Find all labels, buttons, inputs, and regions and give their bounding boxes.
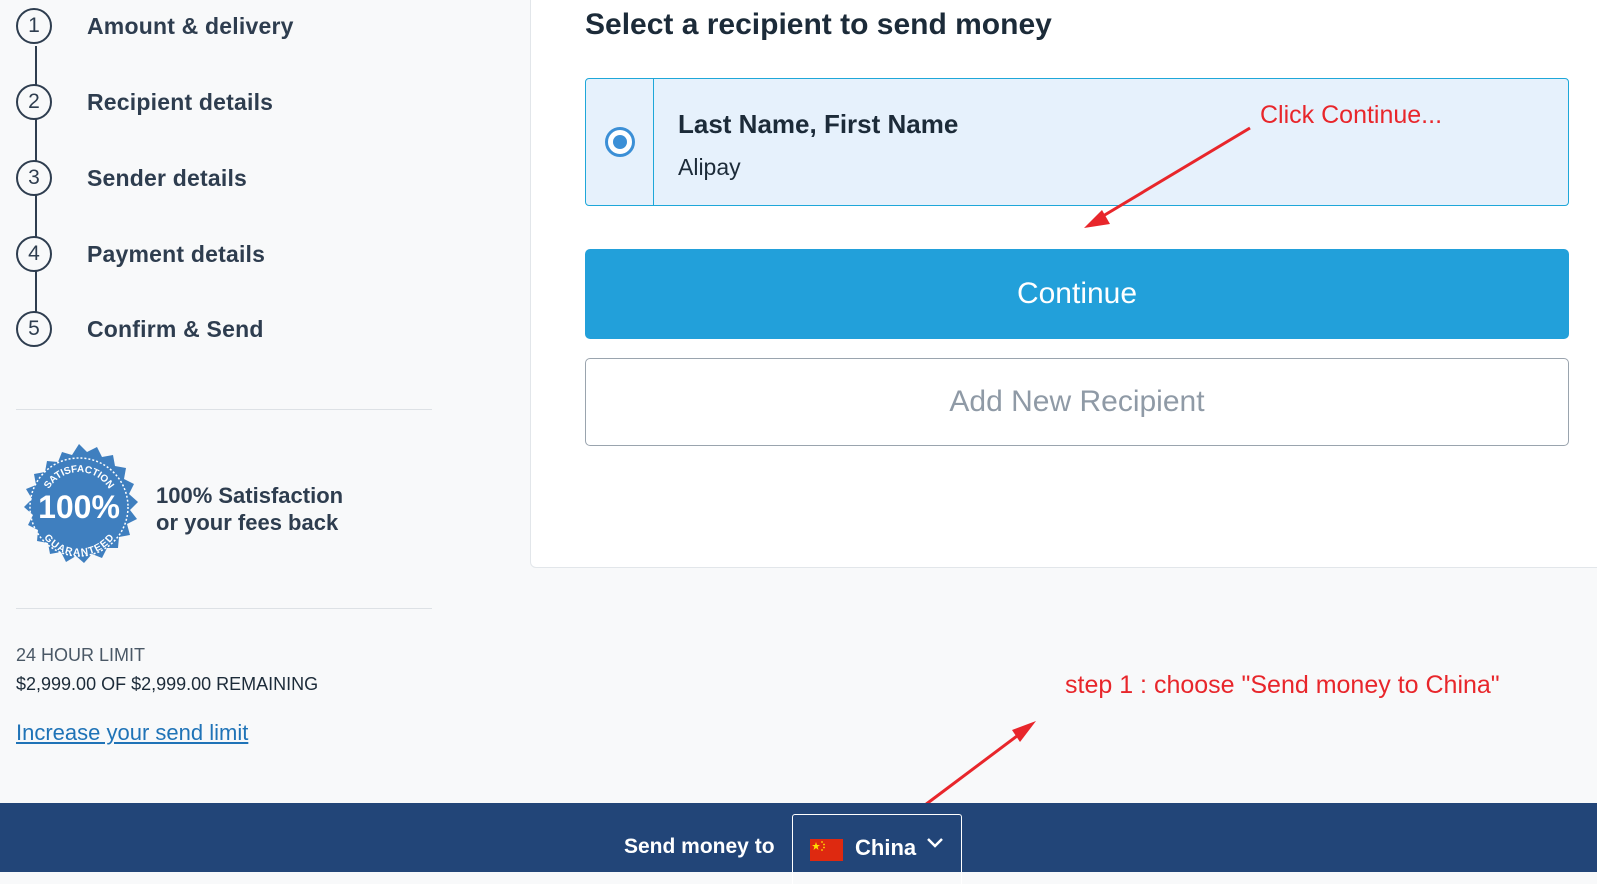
step-label: Confirm & Send bbox=[87, 315, 264, 342]
chevron-down-icon bbox=[927, 838, 943, 848]
add-new-recipient-button[interactable]: Add New Recipient bbox=[585, 358, 1569, 446]
step-number: 3 bbox=[16, 160, 52, 196]
arrow-head-icon bbox=[1012, 721, 1036, 742]
satisfaction-line2: or your fees back bbox=[156, 510, 339, 535]
limit-value: $2,999.00 OF $2,999.00 REMAINING bbox=[16, 674, 319, 694]
satisfaction-text: 100% Satisfaction or your fees back bbox=[156, 482, 343, 536]
step-label: Sender details bbox=[87, 164, 248, 191]
step-sender-details[interactable]: 3 Sender details bbox=[16, 158, 247, 198]
step-number: 4 bbox=[16, 236, 52, 272]
annotation-step: step 1 : choose "Send money to China" bbox=[1065, 671, 1500, 699]
page-title: Select a recipient to send money bbox=[585, 8, 1052, 41]
send-money-to-label: Send money to bbox=[624, 835, 775, 858]
limit-title: 24 HOUR LIMIT bbox=[16, 645, 146, 665]
recipient-name: Last Name, First Name bbox=[678, 109, 959, 139]
continue-button[interactable]: Continue bbox=[585, 249, 1569, 339]
radio-column bbox=[586, 79, 654, 205]
recipient-radio[interactable] bbox=[605, 127, 635, 157]
recipient-method: Alipay bbox=[678, 154, 741, 180]
satisfaction-line1: 100% Satisfaction bbox=[156, 483, 344, 508]
sidebar-divider bbox=[16, 608, 432, 609]
radio-selected-dot bbox=[613, 135, 627, 149]
sidebar-divider bbox=[16, 409, 432, 410]
step-recipient-details[interactable]: 2 Recipient details bbox=[16, 82, 273, 122]
recipient-option[interactable]: Last Name, First Name Alipay bbox=[585, 78, 1569, 206]
country-select[interactable]: China bbox=[792, 814, 962, 884]
step-payment-details[interactable]: 4 Payment details bbox=[16, 234, 265, 274]
annotation-continue: Click Continue... bbox=[1260, 101, 1443, 129]
step-confirm-send[interactable]: 5 Confirm & Send bbox=[16, 309, 264, 349]
step-label: Amount & delivery bbox=[87, 12, 294, 39]
step-number: 2 bbox=[16, 84, 52, 120]
satisfaction-badge-icon: SATISFACTION 100% GUARANTEED bbox=[24, 444, 138, 563]
step-label: Recipient details bbox=[87, 88, 274, 115]
badge-percent: 100% bbox=[38, 489, 120, 525]
country-name: China bbox=[855, 835, 917, 860]
step-amount-delivery[interactable]: 1 Amount & delivery bbox=[16, 6, 294, 46]
step-label: Payment details bbox=[87, 240, 266, 267]
china-flag-icon bbox=[810, 839, 843, 861]
increase-limit-link[interactable]: Increase your send limit bbox=[16, 720, 248, 746]
step-number: 5 bbox=[16, 311, 52, 347]
step-number: 1 bbox=[16, 8, 52, 44]
